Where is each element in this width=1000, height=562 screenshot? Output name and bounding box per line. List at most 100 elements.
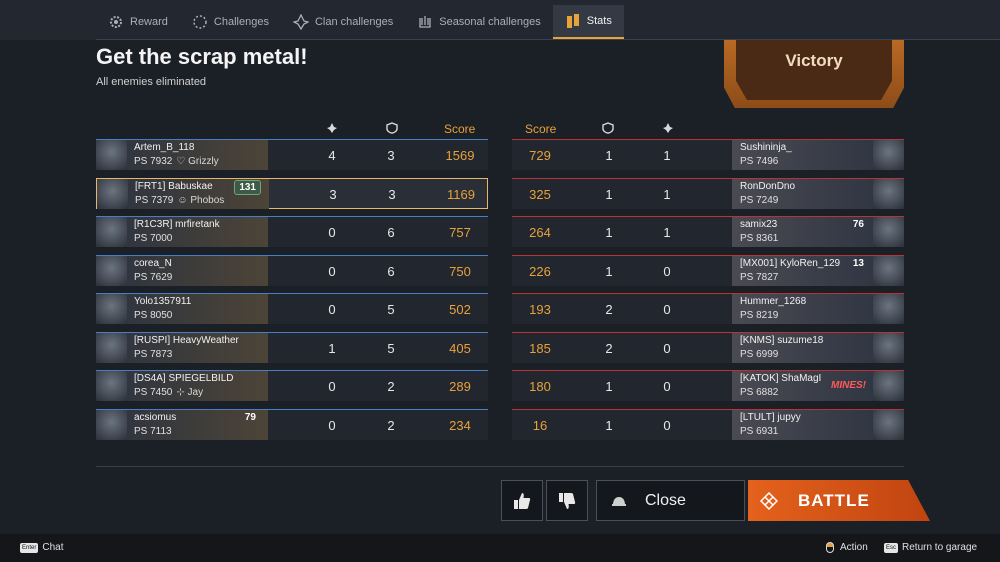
kills-value: 0 bbox=[663, 302, 671, 317]
assists-value: 2 bbox=[605, 341, 613, 356]
thumbs-down-icon bbox=[559, 492, 576, 509]
player-name: Yolo1357911 bbox=[134, 296, 192, 307]
player-card[interactable]: Sushininja_ PS 7496 bbox=[732, 140, 904, 170]
like-button[interactable] bbox=[501, 480, 543, 521]
mouse-icon bbox=[826, 542, 834, 553]
ps-value: PS 7113 bbox=[134, 426, 172, 437]
player-clan: ⊹ Jay bbox=[176, 387, 204, 398]
score-value: 1569 bbox=[445, 148, 475, 163]
esc-key-icon: Esc bbox=[884, 542, 899, 553]
player-card[interactable]: acsiomus PS 7113 79 bbox=[96, 410, 268, 440]
tab-label: Seasonal challenges bbox=[439, 16, 541, 28]
player-card[interactable]: Hummer_1268 PS 8219 bbox=[732, 294, 904, 324]
player-row-right[interactable]: 226 1 0 [MX001] KyloRen_129 PS 7827 13 bbox=[512, 255, 904, 286]
score-value: 405 bbox=[449, 341, 471, 356]
player-row-right[interactable]: 16 1 0 [LTULT] jupyy PS 6931 bbox=[512, 409, 904, 440]
player-row-right[interactable]: 180 1 0 [KATOK] ShaMagI PS 6882 MINES! bbox=[512, 370, 904, 401]
player-card[interactable]: [R1C3R] mrfiretank PS 7000 bbox=[96, 217, 268, 247]
return-hint[interactable]: Esc Return to garage bbox=[884, 542, 977, 553]
avatar bbox=[873, 140, 904, 170]
tab-label: Clan challenges bbox=[314, 16, 394, 28]
player-row-left[interactable]: [R1C3R] mrfiretank PS 7000 0 6 757 bbox=[96, 216, 488, 247]
thumbs-up-icon bbox=[514, 492, 531, 509]
player-row-right[interactable]: 193 2 0 Hummer_1268 PS 8219 bbox=[512, 293, 904, 324]
player-name: [RUSPI] HeavyWeather bbox=[134, 335, 239, 346]
player-name: Artem_B_118 bbox=[134, 142, 195, 153]
player-card[interactable]: [KATOK] ShaMagI PS 6882 MINES! bbox=[732, 371, 904, 401]
tab-seasonal-challenges[interactable]: Seasonal challenges bbox=[405, 5, 553, 39]
avatar bbox=[96, 333, 127, 363]
assists-header-icon bbox=[386, 122, 398, 137]
tab-divider bbox=[96, 39, 1000, 40]
player-name: [KNMS] suzume18 bbox=[740, 335, 824, 346]
page-title: Get the scrap metal! bbox=[96, 44, 308, 69]
ps-value: PS 6931 bbox=[740, 426, 779, 437]
battle-button[interactable]: BATTLE bbox=[748, 480, 930, 521]
player-row-right[interactable]: 729 1 1 Sushininja_ PS 7496 bbox=[512, 139, 904, 170]
avatar bbox=[96, 294, 127, 324]
tab-reward[interactable]: Reward bbox=[96, 5, 180, 39]
seasonal-icon bbox=[419, 16, 431, 28]
ps-value: PS 8219 bbox=[740, 310, 779, 321]
player-name: [DS4A] SPIEGELBILD bbox=[134, 373, 234, 384]
player-card[interactable]: Artem_B_118 PS 7932 ♡ Grizzly bbox=[96, 140, 268, 170]
ps-value: PS 6999 bbox=[740, 349, 779, 360]
enter-key-icon: Enter bbox=[20, 542, 39, 553]
kills-value: 1 bbox=[663, 148, 671, 163]
score-value: 185 bbox=[529, 341, 551, 356]
player-row-left[interactable]: Yolo1357911 PS 8050 0 5 502 bbox=[96, 293, 488, 324]
section-divider bbox=[96, 466, 904, 467]
ps-value: PS 7450 bbox=[134, 387, 173, 398]
player-row-left[interactable]: [DS4A] SPIEGELBILD PS 7450 ⊹ Jay 0 2 289 bbox=[96, 370, 488, 401]
player-card[interactable]: RonDonDno PS 7249 bbox=[732, 179, 904, 209]
player-card[interactable]: [MX001] KyloRen_129 PS 7827 13 bbox=[732, 256, 904, 286]
player-row-right[interactable]: 185 2 0 [KNMS] suzume18 PS 6999 bbox=[512, 332, 904, 363]
avatar bbox=[96, 217, 127, 247]
ps-value: PS 7249 bbox=[740, 195, 779, 206]
player-name: corea_N bbox=[134, 258, 172, 269]
top-bar: Reward Challenges Clan challenges Season… bbox=[0, 0, 1000, 40]
player-card[interactable]: [KNMS] suzume18 PS 6999 bbox=[732, 333, 904, 363]
close-button[interactable]: Close bbox=[596, 480, 745, 521]
player-row-left[interactable]: acsiomus PS 7113 79 0 2 234 bbox=[96, 409, 488, 440]
ps-value: PS 7000 bbox=[134, 233, 173, 244]
player-name: [FRT1] Babuskae bbox=[135, 181, 213, 192]
player-row-left[interactable]: corea_N PS 7629 0 6 750 bbox=[96, 255, 488, 286]
player-name: [KATOK] ShaMagI bbox=[740, 373, 822, 384]
kills-value: 1 bbox=[663, 225, 671, 240]
action-hint: Action bbox=[826, 542, 868, 553]
player-card[interactable]: samix23 PS 8361 76 bbox=[732, 217, 904, 247]
player-row-left[interactable]: Artem_B_118 PS 7932 ♡ Grizzly 4 3 1569 bbox=[96, 139, 488, 170]
score-value: 234 bbox=[449, 418, 471, 433]
player-row-right[interactable]: 325 1 1 RonDonDno PS 7249 bbox=[512, 178, 904, 209]
assists-header-icon bbox=[602, 122, 614, 137]
player-card[interactable]: [FRT1] Babuskae PS 7379 ☺ Phobos 131 bbox=[97, 179, 269, 209]
kills-value: 3 bbox=[329, 187, 337, 202]
assists-value: 6 bbox=[387, 264, 395, 279]
player-card[interactable]: [RUSPI] HeavyWeather PS 7873 bbox=[96, 333, 268, 363]
kills-value: 0 bbox=[663, 341, 671, 356]
score-value: 264 bbox=[529, 225, 551, 240]
kills-value: 1 bbox=[663, 187, 671, 202]
player-card[interactable]: [LTULT] jupyy PS 6931 bbox=[732, 410, 904, 440]
page-subtitle: All enemies eliminated bbox=[96, 76, 207, 88]
tab-challenges[interactable]: Challenges bbox=[180, 5, 281, 39]
player-name: acsiomus bbox=[134, 412, 177, 423]
player-card[interactable]: Yolo1357911 PS 8050 bbox=[96, 294, 268, 324]
tab-clan-challenges[interactable]: Clan challenges bbox=[281, 5, 405, 39]
tab-stats[interactable]: Stats bbox=[552, 5, 624, 39]
player-row-left[interactable]: [RUSPI] HeavyWeather PS 7873 1 5 405 bbox=[96, 332, 488, 363]
kills-value: 0 bbox=[328, 418, 336, 433]
kills-value: 0 bbox=[328, 225, 336, 240]
dislike-button[interactable] bbox=[546, 480, 588, 521]
assists-value: 1 bbox=[605, 148, 613, 163]
player-name: [MX001] KyloRen_129 bbox=[740, 258, 841, 269]
player-row-left[interactable]: [FRT1] Babuskae PS 7379 ☺ Phobos 131 3 3 1169 bbox=[96, 178, 488, 209]
score-header-left: Score bbox=[444, 122, 476, 136]
chat-hint[interactable]: Enter Chat bbox=[20, 542, 63, 553]
result-label: Victory bbox=[785, 51, 843, 70]
player-row-right[interactable]: 264 1 1 samix23 PS 8361 76 bbox=[512, 216, 904, 247]
player-card[interactable]: corea_N PS 7629 bbox=[96, 256, 268, 286]
player-power-score: PS 7113 bbox=[134, 426, 176, 437]
player-card[interactable]: [DS4A] SPIEGELBILD PS 7450 ⊹ Jay bbox=[96, 371, 268, 401]
